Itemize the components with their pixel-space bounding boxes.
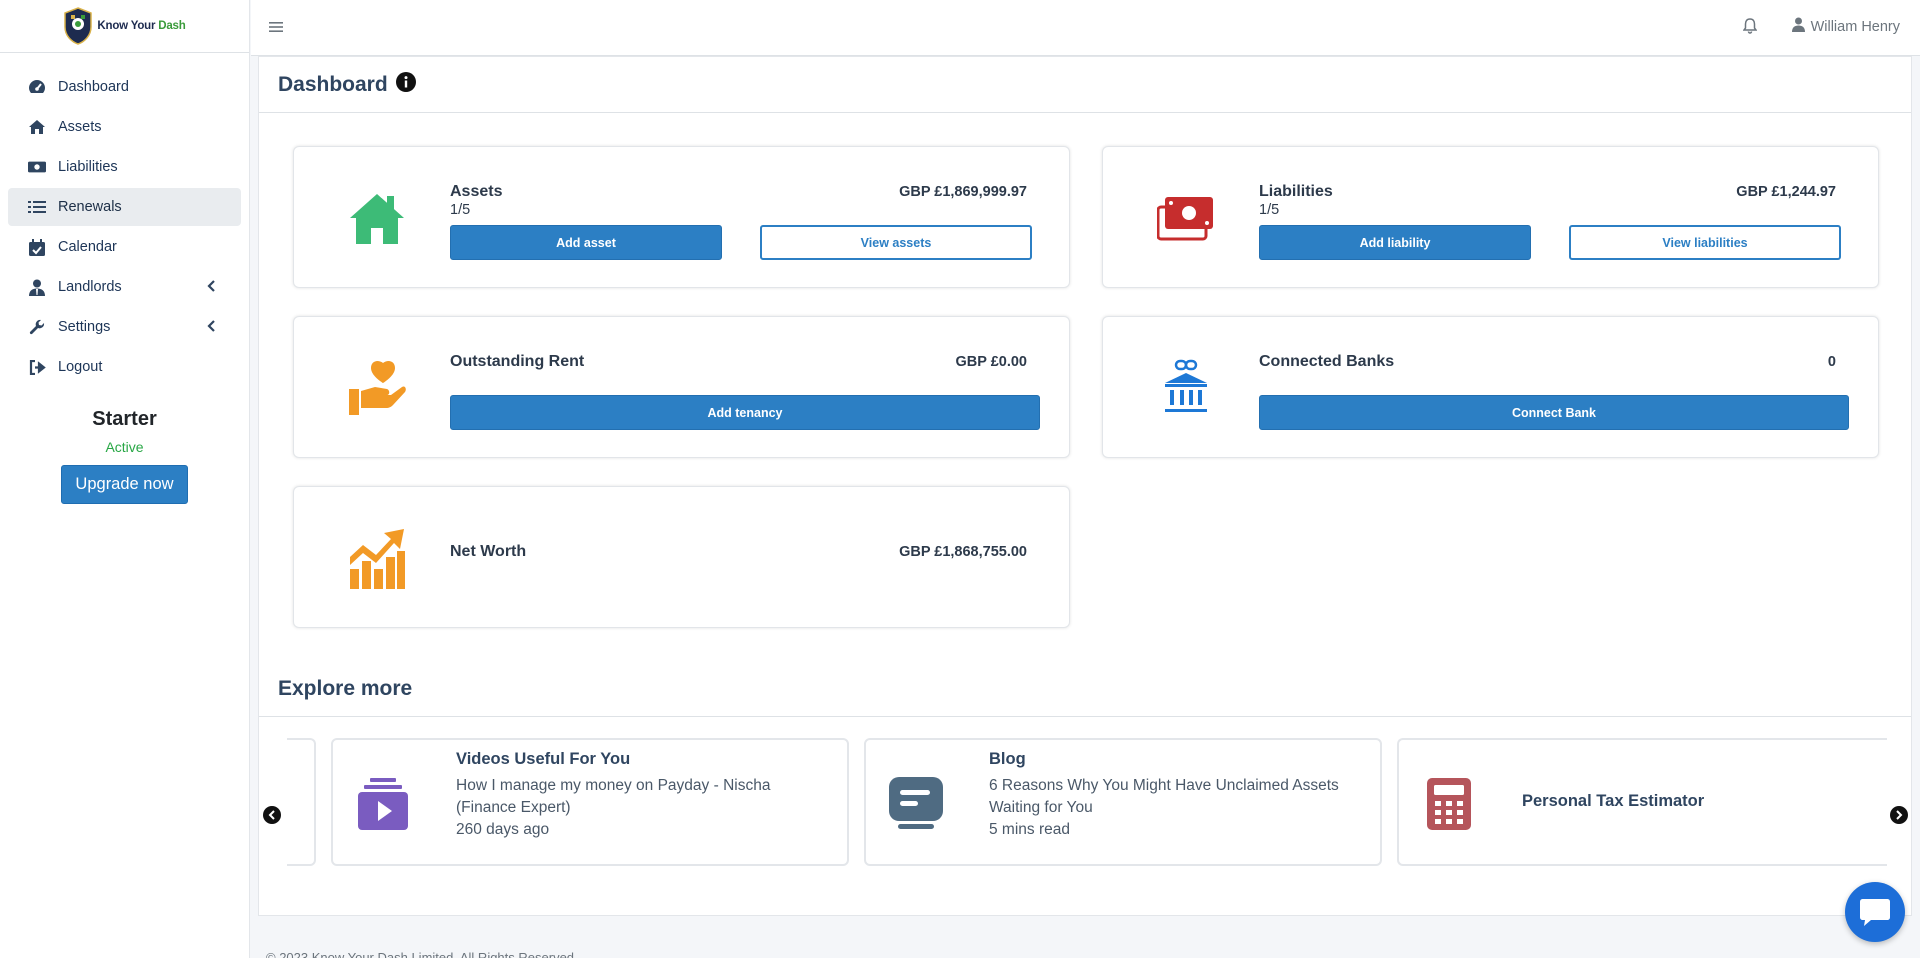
card-value: GBP £0.00 <box>955 354 1027 370</box>
shield-logo-icon <box>64 7 93 45</box>
brand-name: Know Your Dash <box>97 20 186 32</box>
plan-panel: Starter Active Upgrade now <box>0 408 249 504</box>
calculator-icon <box>1421 776 1477 832</box>
bank-link-icon <box>1155 357 1217 419</box>
plan-name: Starter <box>92 408 157 430</box>
user-icon <box>1791 17 1805 36</box>
explore-card-partial[interactable] <box>287 738 316 866</box>
explore-card-title: Videos Useful For You <box>456 750 631 768</box>
add-tenancy-button[interactable]: Add tenancy <box>450 395 1040 430</box>
sidebar-item-label: Logout <box>58 359 103 375</box>
view-liabilities-button[interactable]: View liabilities <box>1569 225 1841 260</box>
card-value: 0 <box>1827 354 1836 370</box>
main-content: Dashboard Assets 1/5 GBP £1,869,999.97 A… <box>258 56 1912 916</box>
card-value: GBP £1,869,999.97 <box>899 184 1027 200</box>
gauge-icon <box>28 78 46 96</box>
sidebar-item-renewals[interactable]: Renewals <box>8 188 241 226</box>
sidebar-item-assets[interactable]: Assets <box>8 108 241 146</box>
user-menu[interactable]: William Henry <box>1791 17 1900 36</box>
user-tie-icon <box>28 278 46 296</box>
bell-icon[interactable] <box>1742 18 1758 39</box>
topbar: William Henry <box>251 0 1920 56</box>
explore-card-videos[interactable]: Videos Useful For You How I manage my mo… <box>331 738 849 866</box>
outstanding-rent-card: Outstanding Rent GBP £0.00 Add tenancy <box>293 316 1070 458</box>
sidebar-item-liabilities[interactable]: Liabilities <box>8 148 241 186</box>
sidebar-item-settings[interactable]: Settings <box>8 308 241 346</box>
net-worth-card: Net Worth GBP £1,868,755.00 <box>293 486 1070 628</box>
page-title: Dashboard <box>278 72 388 96</box>
chevron-left-icon <box>207 280 215 296</box>
explore-card-title: Blog <box>989 750 1026 768</box>
sidebar-item-label: Liabilities <box>58 159 118 175</box>
add-asset-button[interactable]: Add asset <box>450 225 722 260</box>
explore-title: Explore more <box>278 677 413 700</box>
blog-message-icon <box>888 776 944 832</box>
sidebar-nav: Dashboard Assets Liabilities Renewals Ca… <box>0 53 249 386</box>
sidebar-item-label: Calendar <box>58 239 117 255</box>
card-title: Liabilities <box>1259 183 1333 200</box>
card-title: Outstanding Rent <box>450 353 585 370</box>
divider <box>259 716 1911 717</box>
card-value: GBP £1,868,755.00 <box>899 544 1027 560</box>
explore-card-title: Personal Tax Estimator <box>1522 792 1705 810</box>
home-icon <box>346 187 408 249</box>
liabilities-card: Liabilities 1/5 GBP £1,244.97 Add liabil… <box>1102 146 1879 288</box>
sidebar-item-dashboard[interactable]: Dashboard <box>8 68 241 106</box>
card-title: Connected Banks <box>1259 353 1395 370</box>
money-bill-icon <box>1155 187 1217 249</box>
connect-bank-button[interactable]: Connect Bank <box>1259 395 1849 430</box>
card-title: Net Worth <box>450 543 527 560</box>
calendar-check-icon <box>28 238 46 256</box>
add-liability-button[interactable]: Add liability <box>1259 225 1531 260</box>
carousel-next-arrow-icon[interactable] <box>1890 806 1908 824</box>
chart-line-icon <box>346 527 408 589</box>
upgrade-button[interactable]: Upgrade now <box>61 465 188 504</box>
sidebar-item-landlords[interactable]: Landlords <box>8 268 241 306</box>
sidebar: Know Your Dash Dashboard Assets Liabilit… <box>0 0 250 958</box>
hamburger-menu-icon[interactable] <box>269 20 283 38</box>
home-icon <box>28 118 46 136</box>
view-assets-button[interactable]: View assets <box>760 225 1032 260</box>
sign-out-icon <box>28 358 46 376</box>
page-header: Dashboard <box>259 57 1911 113</box>
list-icon <box>28 198 46 216</box>
brand[interactable]: Know Your Dash <box>0 0 249 53</box>
footer-copyright: © 2023 Know Your Dash Limited. All Right… <box>266 950 578 958</box>
sidebar-item-calendar[interactable]: Calendar <box>8 228 241 266</box>
sidebar-item-label: Renewals <box>58 199 122 215</box>
video-playlist-icon <box>355 776 411 832</box>
card-count: 1/5 <box>450 202 471 218</box>
explore-card-blog[interactable]: Blog 6 Reasons Why You Might Have Unclai… <box>864 738 1382 866</box>
card-value: GBP £1,244.97 <box>1736 184 1836 200</box>
card-title: Assets <box>450 183 503 200</box>
card-count: 1/5 <box>1259 202 1280 218</box>
chevron-left-icon <box>207 320 215 336</box>
sidebar-item-label: Assets <box>58 119 102 135</box>
explore-card-text: How I manage my money on Payday - Nischa… <box>456 777 771 838</box>
sidebar-item-label: Dashboard <box>58 79 129 95</box>
explore-card-text: 6 Reasons Why You Might Have Unclaimed A… <box>989 777 1339 838</box>
carousel-prev-arrow-icon[interactable] <box>263 806 281 824</box>
sidebar-item-label: Landlords <box>58 279 122 295</box>
hand-holding-heart-icon <box>346 357 408 419</box>
plan-status: Active <box>105 439 144 455</box>
chat-launcher-icon[interactable] <box>1845 882 1905 942</box>
connected-banks-card: Connected Banks 0 Connect Bank <box>1102 316 1879 458</box>
info-icon[interactable] <box>395 72 416 97</box>
wrench-icon <box>28 318 46 336</box>
money-bill-icon <box>28 158 46 176</box>
explore-card-tax-estimator[interactable]: Personal Tax Estimator <box>1397 738 1887 866</box>
user-name: William Henry <box>1810 18 1900 35</box>
sidebar-item-logout[interactable]: Logout <box>8 348 241 386</box>
sidebar-item-label: Settings <box>58 319 111 335</box>
assets-card: Assets 1/5 GBP £1,869,999.97 Add asset V… <box>293 146 1070 288</box>
